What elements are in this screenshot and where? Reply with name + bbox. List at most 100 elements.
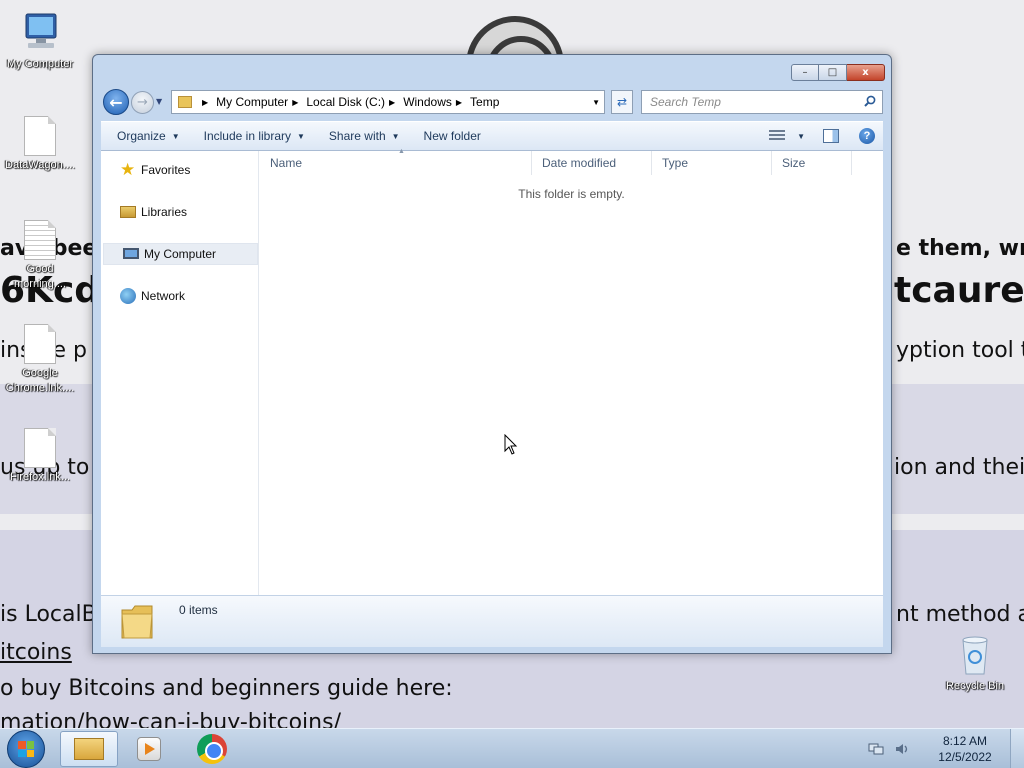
breadcrumb-separator-icon[interactable]: ▶ xyxy=(389,98,395,107)
wallpaper-link: mation/how-can-i-buy-bitcoins/ xyxy=(0,710,341,728)
include-in-library-button[interactable]: Include in library ▼ xyxy=(195,122,313,150)
desktop-icon-label: Good morning.... xyxy=(14,263,66,290)
address-history-dropdown[interactable]: ▼ xyxy=(592,98,600,107)
forward-arrow-icon: → xyxy=(137,95,148,110)
text-file-icon xyxy=(24,220,56,260)
wallpaper-text: tcauresan xyxy=(894,270,1024,311)
new-folder-label: New folder xyxy=(423,129,481,143)
desktop-icon-firefox-lnk[interactable]: Firefox.lnk... xyxy=(0,428,80,485)
system-tray: 8:12 AM 12/5/2022 xyxy=(868,729,1024,768)
folder-icon xyxy=(121,605,153,639)
close-button[interactable]: x xyxy=(847,64,885,81)
breadcrumb-my-computer[interactable]: My Computer xyxy=(216,95,288,109)
window-caption-buttons: – □ x xyxy=(791,64,885,81)
column-header-date-modified[interactable]: Date modified xyxy=(532,151,652,175)
media-player-icon xyxy=(137,737,161,761)
taskbar-app-chrome[interactable] xyxy=(183,731,241,767)
empty-folder-message: This folder is empty. xyxy=(518,187,625,201)
explorer-icon xyxy=(74,738,104,760)
nav-item-favorites[interactable]: ★ Favorites xyxy=(101,159,258,181)
refresh-icon: ⇄ xyxy=(616,95,628,109)
breadcrumb-local-disk[interactable]: Local Disk (C:) xyxy=(306,95,385,109)
breadcrumb-temp[interactable]: Temp xyxy=(470,95,499,109)
new-folder-button[interactable]: New folder xyxy=(415,122,489,150)
file-list[interactable]: ▲ Name Date modified Type Size This fold… xyxy=(260,148,883,595)
chevron-down-icon: ▼ xyxy=(391,131,400,141)
explorer-content: ★ Favorites Libraries My Computer Networ… xyxy=(101,148,883,595)
clock[interactable]: 8:12 AM 12/5/2022 xyxy=(920,733,1010,765)
computer-icon xyxy=(123,248,139,259)
nav-item-network[interactable]: Network xyxy=(101,285,258,307)
start-button[interactable] xyxy=(7,730,45,768)
breadcrumb-separator-icon[interactable]: ▶ xyxy=(202,98,208,107)
column-header-name[interactable]: Name xyxy=(260,151,532,175)
change-view-icon[interactable] xyxy=(769,130,786,142)
desktop-icon-good-morning[interactable]: Good morning.... xyxy=(0,220,80,292)
taskbar: 8:12 AM 12/5/2022 xyxy=(0,728,1024,768)
taskbar-app-explorer[interactable] xyxy=(60,731,118,767)
column-header-type[interactable]: Type xyxy=(652,151,772,175)
wallpaper-text: ion and their t xyxy=(894,455,1024,480)
recycle-bin-icon xyxy=(962,636,988,675)
network-status-icon[interactable] xyxy=(868,742,884,756)
desktop-icon-my-computer[interactable]: My Computer xyxy=(0,10,80,72)
share-with-label: Share with xyxy=(328,129,386,143)
nav-item-label: Network xyxy=(141,289,186,303)
wallpaper-text: is LocalBi xyxy=(0,602,103,627)
clock-time: 8:12 AM xyxy=(942,734,988,748)
preview-pane-icon[interactable] xyxy=(823,129,839,143)
nav-item-my-computer[interactable]: My Computer xyxy=(103,243,258,265)
taskbar-app-media-player[interactable] xyxy=(120,731,178,767)
forward-button[interactable]: → xyxy=(131,91,154,114)
refresh-button[interactable]: ⇄ xyxy=(611,90,633,114)
wallpaper-text: e them, write xyxy=(896,236,1024,261)
nav-item-label: Libraries xyxy=(141,205,188,219)
nav-item-label: My Computer xyxy=(144,247,217,261)
file-icon xyxy=(24,428,56,468)
show-desktop-button[interactable] xyxy=(1010,729,1024,768)
help-icon[interactable]: ? xyxy=(859,128,875,144)
desktop-icon-datawagon[interactable]: DataWagon.... xyxy=(0,116,80,173)
recent-pages-dropdown[interactable]: ▼ xyxy=(156,97,162,106)
chevron-down-icon[interactable]: ▼ xyxy=(797,132,805,141)
computer-icon xyxy=(25,13,57,48)
maximize-button[interactable]: □ xyxy=(819,64,847,81)
desktop-icon-google-chrome-lnk[interactable]: Google Chrome.lnk.... xyxy=(0,324,80,396)
breadcrumb-separator-icon[interactable]: ▶ xyxy=(456,98,462,107)
breadcrumb-windows[interactable]: Windows xyxy=(403,95,452,109)
desktop-icon-label: Google Chrome.lnk.... xyxy=(5,367,75,394)
share-with-button[interactable]: Share with ▼ xyxy=(320,122,408,150)
search-input[interactable] xyxy=(650,92,860,112)
libraries-icon xyxy=(120,206,136,218)
desktop-icon-label: Recycle Bin xyxy=(945,680,1005,692)
minimize-button[interactable]: – xyxy=(791,64,819,81)
address-bar[interactable]: ▶ My Computer ▶ Local Disk (C:) ▶ Window… xyxy=(171,90,605,114)
wallpaper-text: nt method and xyxy=(896,602,1024,627)
desktop-icon-label: Firefox.lnk... xyxy=(10,471,70,483)
organize-button[interactable]: Organize ▼ xyxy=(108,122,188,150)
breadcrumb-separator-icon[interactable]: ▶ xyxy=(292,98,298,107)
back-button[interactable]: ← xyxy=(103,89,129,115)
chevron-down-icon: ▼ xyxy=(171,131,180,141)
explorer-window[interactable]: – □ x ← → ▼ ▶ My Computer ▶ Local Disk (… xyxy=(92,54,892,654)
folder-icon xyxy=(178,96,192,108)
file-icon xyxy=(24,324,56,364)
wallpaper-text: yption tool that xyxy=(896,338,1024,363)
search-box[interactable] xyxy=(641,90,883,114)
desktop-icon-label: DataWagon.... xyxy=(5,159,75,171)
view-controls: ▼ ? xyxy=(769,122,875,150)
item-count: 0 items xyxy=(179,603,218,617)
desktop-icon-recycle-bin[interactable]: Recycle Bin xyxy=(935,632,1015,694)
file-icon xyxy=(24,116,56,156)
organize-label: Organize xyxy=(117,129,166,143)
column-header-size[interactable]: Size xyxy=(772,151,852,175)
nav-item-libraries[interactable]: Libraries xyxy=(101,201,258,223)
include-in-library-label: Include in library xyxy=(203,129,291,143)
wallpaper-link: itcoins xyxy=(0,640,72,665)
volume-icon[interactable] xyxy=(894,742,910,756)
search-icon[interactable] xyxy=(864,95,876,107)
command-bar: Organize ▼ Include in library ▼ Share wi… xyxy=(101,121,883,151)
star-icon: ★ xyxy=(120,160,136,179)
mouse-cursor-icon xyxy=(504,434,518,455)
nav-item-label: Favorites xyxy=(141,163,191,177)
